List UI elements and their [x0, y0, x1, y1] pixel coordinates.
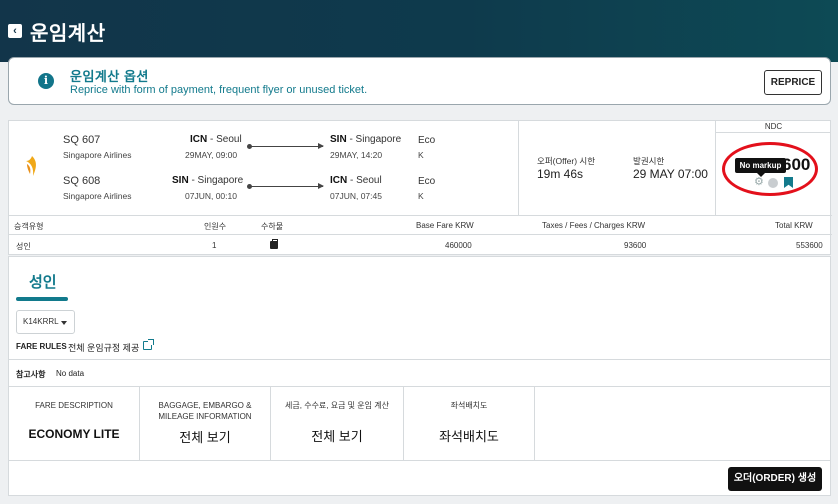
cell-value: ECONOMY LITE	[28, 427, 120, 441]
total-cell: 553600	[796, 241, 823, 250]
taxes-info-cell[interactable]: 세금, 수수료, 요금 및 운임 계산 전체 보기	[271, 387, 404, 461]
cabin-class: Eco	[418, 135, 436, 146]
offer-time-label: 오퍼(Offer) 시한	[537, 156, 596, 166]
cell-value[interactable]: 좌석배치도	[404, 426, 534, 445]
arrival-airport: ICN - Seoul	[330, 175, 382, 186]
divider	[9, 234, 832, 235]
seat-map-cell[interactable]: 좌석배치도 좌석배치도	[404, 387, 535, 461]
cell-heading: FARE DESCRIPTION	[35, 401, 113, 410]
singapore-airlines-logo-icon	[26, 156, 36, 176]
tab-adult[interactable]: 성인	[29, 271, 57, 292]
baggage-icon	[270, 239, 278, 249]
col-header-pax-type: 승객유형	[14, 222, 44, 231]
options-subtitle: Reprice with form of payment, frequent f…	[70, 84, 368, 96]
col-header-base-fare: Base Fare KRW	[416, 221, 474, 230]
info-icon: i	[38, 73, 54, 89]
col-header-total: Total KRW	[775, 221, 813, 230]
flight-offer-card[interactable]: SQ 607 Singapore Airlines ICN - Seoul 29…	[8, 120, 832, 255]
chevron-left-icon[interactable]: ‹	[8, 24, 22, 38]
airline-name: Singapore Airlines	[63, 150, 132, 160]
cell-heading: BAGGAGE, EMBARGO & MILEAGE INFORMATION	[158, 401, 252, 421]
page-header: ‹ 운임계산	[0, 0, 838, 62]
airline-name: Singapore Airlines	[63, 191, 132, 201]
flight-arrow-icon	[247, 143, 324, 149]
taxes-cell: 93600	[624, 241, 647, 250]
cabin-class: Eco	[418, 176, 436, 187]
external-link-icon[interactable]	[143, 339, 154, 350]
chevron-down-icon	[61, 321, 67, 325]
fare-description-cell[interactable]: FARE DESCRIPTION ECONOMY LITE	[9, 387, 140, 461]
highlight-circle	[722, 142, 818, 196]
reprice-button[interactable]: REPRICE	[764, 70, 822, 95]
flight-number: SQ 607	[63, 134, 101, 146]
options-title: 운임계산 옵션	[70, 69, 149, 84]
flight-arrow-icon	[247, 183, 324, 189]
ticketing-deadline-value: 29 MAY 07:00	[633, 167, 708, 181]
arrival-datetime: 29MAY, 14:20	[330, 150, 383, 160]
departure-airport: SIN - Singapore	[172, 175, 244, 186]
divider	[9, 460, 830, 461]
booking-class: K	[418, 191, 424, 201]
booking-class: K	[418, 150, 424, 160]
ndc-label: NDC	[764, 122, 783, 131]
cell-value[interactable]: 전체 보기	[140, 427, 270, 446]
pax-count-cell: 1	[212, 241, 217, 250]
fare-rules-link[interactable]: 전체 운임규정 제공	[68, 341, 139, 354]
offer-time-value: 19m 46s	[537, 167, 584, 181]
active-tab-indicator	[16, 297, 68, 301]
divider	[518, 121, 519, 215]
fare-basis-value: K14KRRL	[23, 317, 59, 326]
fare-basis-select[interactable]: K14KRRL	[16, 310, 75, 334]
arrival-datetime: 07JUN, 07:45	[330, 191, 382, 201]
divider	[715, 121, 716, 215]
baggage-info-cell[interactable]: BAGGAGE, EMBARGO & MILEAGE INFORMATION 전…	[140, 387, 271, 461]
fare-detail-panel: 성인 K14KRRL FARE RULES 전체 운임규정 제공 참고사항 No…	[8, 256, 831, 496]
col-header-baggage: 수하물	[261, 222, 284, 231]
cell-value[interactable]: 전체 보기	[271, 426, 403, 445]
departure-datetime: 29MAY, 09:00	[185, 150, 238, 160]
cell-heading: 세금, 수수료, 요금 및 운임 계산	[285, 401, 389, 410]
pax-type-cell: 성인	[16, 242, 31, 251]
arrival-airport: SIN - Singapore	[330, 134, 402, 145]
divider	[9, 215, 832, 216]
divider	[9, 359, 830, 360]
base-fare-cell: 460000	[445, 241, 472, 250]
cell-heading: 좌석배치도	[450, 401, 488, 410]
reprice-options-panel: i 운임계산 옵션 Reprice with form of payment, …	[8, 57, 831, 105]
notes-value: No data	[56, 369, 85, 378]
col-header-taxes: Taxes / Fees / Charges KRW	[542, 221, 645, 230]
col-header-count: 인원수	[204, 222, 227, 231]
page-title: 운임계산	[30, 23, 106, 45]
create-order-button[interactable]: 오더(ORDER) 생성	[728, 467, 822, 491]
divider	[716, 132, 831, 133]
departure-datetime: 07JUN, 00:10	[185, 191, 237, 201]
ticketing-deadline-label: 발권시한	[633, 156, 665, 166]
departure-airport: ICN - Seoul	[190, 134, 242, 145]
flight-number: SQ 608	[63, 175, 101, 187]
fare-rules-label: FARE RULES	[16, 342, 67, 351]
notes-label: 참고사항	[16, 370, 46, 379]
